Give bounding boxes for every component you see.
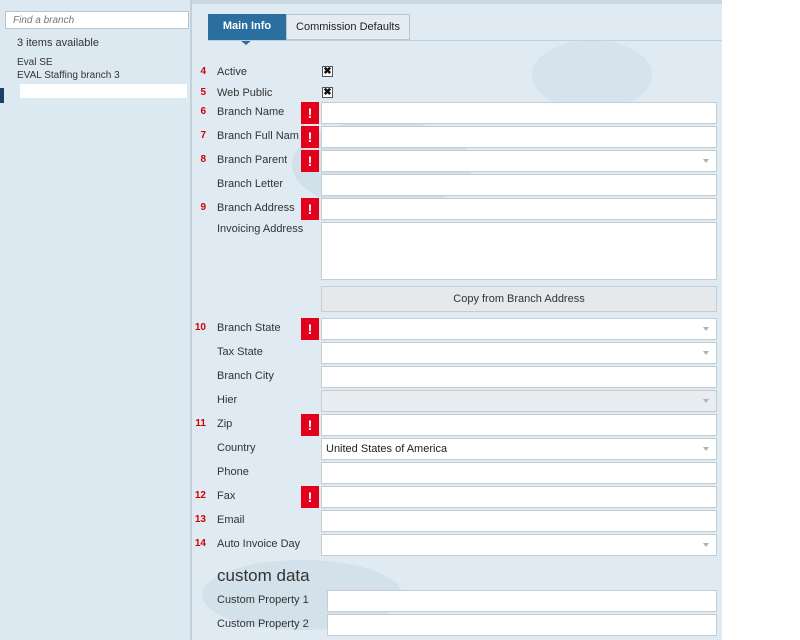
email-label: Email <box>217 514 245 526</box>
country-dropdown[interactable]: United States of America <box>321 438 717 460</box>
branch-address-field[interactable] <box>321 198 717 220</box>
required-indicator-icon: ! <box>301 198 319 220</box>
branch-state-label: Branch State <box>217 322 281 334</box>
required-indicator-icon: ! <box>301 102 319 124</box>
chevron-down-icon <box>703 399 709 403</box>
active-checkbox[interactable]: ✖ <box>322 66 333 77</box>
branch-detail-form: Main Info Commission Defaults 4 Active ✖… <box>192 0 722 640</box>
field-number: 11 <box>195 418 206 429</box>
branch-full-name-row: 7 Branch Full Nam ! <box>192 126 722 148</box>
branch-city-field[interactable] <box>321 366 717 388</box>
fax-row: 12 Fax ! <box>192 486 722 508</box>
branch-city-label: Branch City <box>217 370 274 382</box>
hier-dropdown <box>321 390 717 412</box>
tab-main-info[interactable]: Main Info <box>208 14 286 40</box>
required-indicator-icon: ! <box>301 126 319 148</box>
country-row: Country United States of America <box>192 438 722 460</box>
invoicing-address-field[interactable] <box>321 222 717 280</box>
branch-parent-row: 8 Branch Parent ! <box>192 150 722 172</box>
zip-field[interactable] <box>321 414 717 436</box>
active-label: Active <box>217 66 247 78</box>
fax-label: Fax <box>217 490 236 502</box>
custom-property-1-field[interactable] <box>327 590 717 612</box>
tab-commission-defaults[interactable]: Commission Defaults <box>286 14 410 40</box>
fax-field[interactable] <box>321 486 717 508</box>
branch-list-item[interactable]: EVAL Staffing branch 3 <box>17 70 120 81</box>
hier-label: Hier <box>217 394 238 406</box>
custom-property-row: Custom Property 1 <box>192 590 722 612</box>
custom-property-2-field[interactable] <box>327 614 717 636</box>
field-number: 7 <box>200 130 206 141</box>
branch-address-label: Branch Address <box>217 202 295 214</box>
custom-property-row: Custom Property 2 <box>192 614 722 636</box>
field-number: 4 <box>200 66 206 77</box>
branch-parent-dropdown[interactable] <box>321 150 717 172</box>
hier-row: Hier <box>192 390 722 412</box>
auto-invoice-day-row: 14 Auto Invoice Day <box>192 534 722 556</box>
branch-list-item[interactable]: Eval SE <box>17 57 53 68</box>
required-indicator-icon: ! <box>301 486 319 508</box>
required-indicator-icon: ! <box>301 150 319 172</box>
selection-marker <box>0 88 4 103</box>
active-row: 4 Active ✖ <box>192 62 722 84</box>
branch-letter-field[interactable] <box>321 174 717 196</box>
chevron-down-icon[interactable] <box>703 159 709 163</box>
branch-letter-row: Branch Letter <box>192 174 722 196</box>
tax-state-dropdown[interactable] <box>321 342 717 364</box>
country-value: United States of America <box>326 443 448 455</box>
items-count: 3 items available <box>17 37 99 49</box>
field-number: 5 <box>200 87 206 98</box>
branch-address-row: 9 Branch Address ! <box>192 198 722 220</box>
field-number: 9 <box>200 202 206 213</box>
copy-from-branch-address-button[interactable]: Copy from Branch Address <box>321 286 717 312</box>
chevron-down-icon[interactable] <box>703 351 709 355</box>
field-number: 8 <box>200 154 206 165</box>
field-number: 13 <box>194 514 206 525</box>
branch-letter-label: Branch Letter <box>217 178 284 190</box>
branch-name-label: Branch Name <box>217 106 285 118</box>
zip-row: 11 Zip ! <box>192 414 722 436</box>
required-indicator-icon: ! <box>301 414 319 436</box>
tax-state-row: Tax State <box>192 342 722 364</box>
branch-city-row: Branch City <box>192 366 722 388</box>
invoicing-address-label: Invoicing Address <box>217 223 304 235</box>
branch-name-field[interactable] <box>321 102 717 124</box>
custom-data-heading: custom data <box>217 566 310 585</box>
field-number: 14 <box>194 538 206 549</box>
chevron-down-icon[interactable] <box>703 327 709 331</box>
auto-invoice-day-label: Auto Invoice Day <box>217 538 301 550</box>
field-number: 12 <box>194 490 206 501</box>
field-number: 10 <box>194 322 206 333</box>
required-indicator-icon: ! <box>301 318 319 340</box>
zip-label: Zip <box>217 418 233 430</box>
branch-parent-label: Branch Parent <box>217 154 288 166</box>
branch-list-item[interactable] <box>20 84 187 98</box>
field-number: 6 <box>200 106 206 117</box>
branch-list-panel: 3 items available Eval SE EVAL Staffing … <box>0 0 190 640</box>
tax-state-label: Tax State <box>217 346 263 358</box>
chevron-down-icon[interactable] <box>703 447 709 451</box>
email-field[interactable] <box>321 510 717 532</box>
custom-property-label: Custom Property 2 <box>217 618 309 630</box>
branch-state-dropdown[interactable] <box>321 318 717 340</box>
email-row: 13 Email <box>192 510 722 532</box>
branch-full-name-field[interactable] <box>321 126 717 148</box>
phone-field[interactable] <box>321 462 717 484</box>
branch-name-row: 6 Branch Name ! <box>192 102 722 124</box>
branch-state-row: 10 Branch State ! <box>192 318 722 340</box>
auto-invoice-day-dropdown[interactable] <box>321 534 717 556</box>
web-public-label: Web Public <box>217 87 273 99</box>
country-label: Country <box>217 442 256 454</box>
phone-row: Phone <box>192 462 722 484</box>
branch-full-name-label: Branch Full Nam <box>217 130 299 142</box>
custom-property-label: Custom Property 1 <box>217 594 309 606</box>
phone-label: Phone <box>217 466 249 478</box>
chevron-down-icon[interactable] <box>703 543 709 547</box>
branch-search-input[interactable] <box>5 11 189 29</box>
web-public-checkbox[interactable]: ✖ <box>322 87 333 98</box>
